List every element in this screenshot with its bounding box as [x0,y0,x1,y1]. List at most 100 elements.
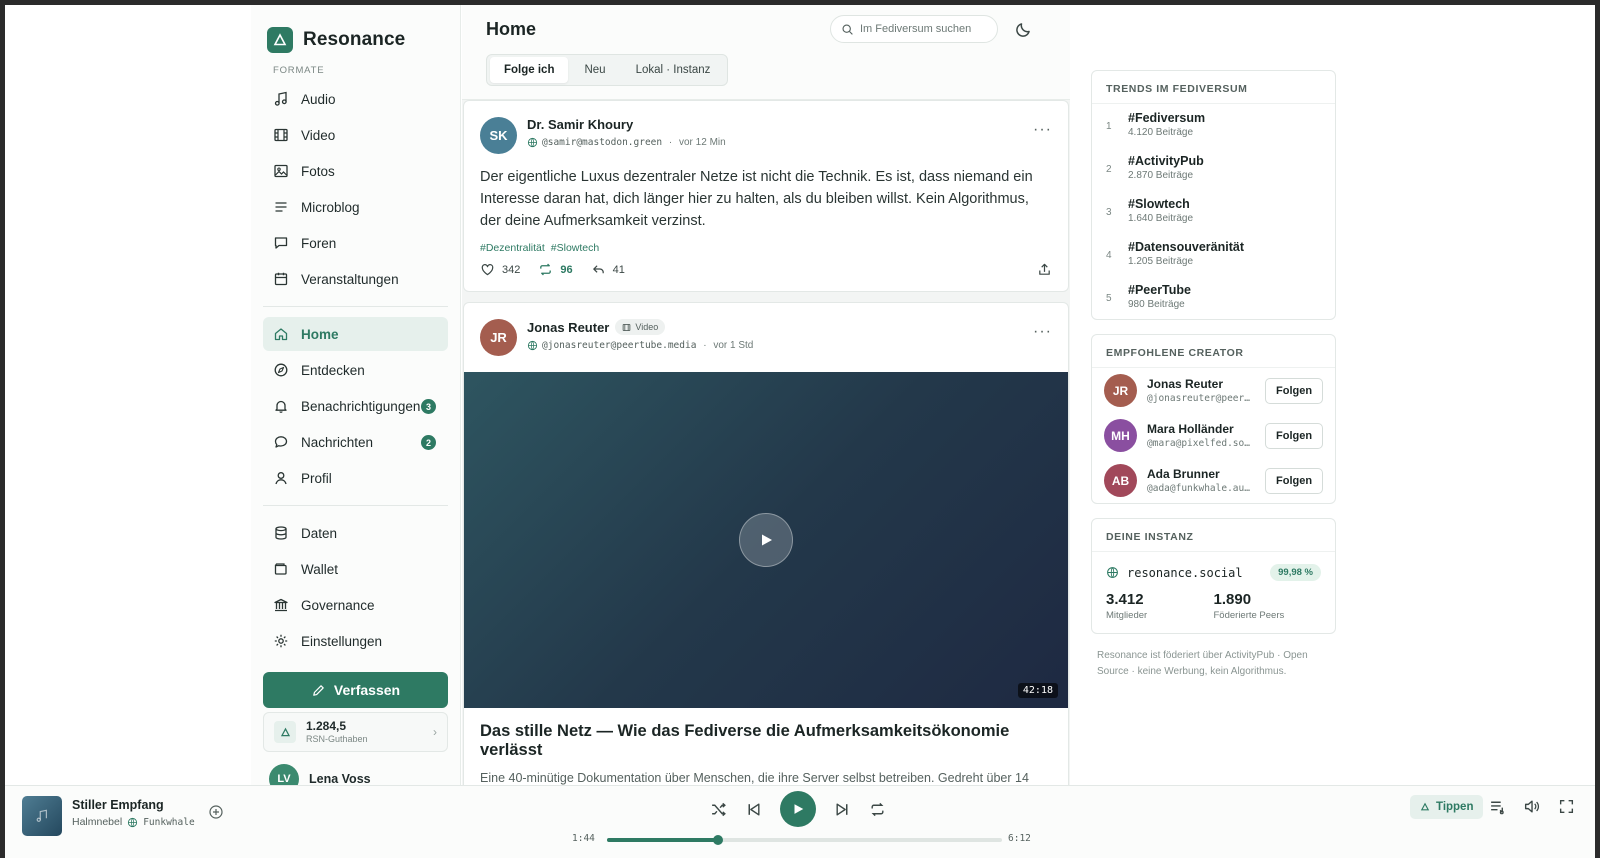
members-label: Mitglieder [1106,610,1148,621]
queue-icon[interactable] [1489,798,1506,815]
avatar[interactable]: JR [480,319,517,356]
trend-count: 1.640 Beiträge [1128,213,1194,224]
follow-button[interactable]: Folgen [1265,422,1324,449]
nav-audio[interactable]: Audio [263,82,448,116]
nav-label: Einstellungen [301,633,383,649]
nav-einstellungen[interactable]: Einstellungen [263,624,448,658]
creator-item: JR Jonas Reuter @jonasreuter@peertube.medi… [1092,368,1335,413]
avatar[interactable]: JR [1104,374,1137,407]
next-icon[interactable] [834,801,851,818]
progress-knob[interactable] [712,835,723,845]
chat-icon [274,436,288,448]
nav-wallet[interactable]: Wallet [263,552,448,586]
previous-icon[interactable] [745,801,762,818]
video-player[interactable]: 42:18 [464,372,1068,708]
avatar[interactable]: SK [480,117,517,154]
like-button[interactable]: 342 [480,262,520,277]
fullscreen-icon[interactable] [1558,798,1575,815]
trend-count: 4.120 Beiträge [1128,127,1194,138]
trend-rank: 3 [1106,207,1112,218]
more-options-icon[interactable]: ··· [1033,319,1052,341]
progress-fill [607,838,718,842]
author-name[interactable]: Jonas Reuter Video [527,319,753,335]
tab-neu[interactable]: Neu [570,57,619,83]
nav-veranstaltungen[interactable]: Veranstaltungen [263,262,448,296]
card-title: TRENDS IM FEDIVERSUM [1092,71,1335,104]
author-handle[interactable]: @jonasreuter@peertube.media [542,340,696,351]
trend-item[interactable]: 5 #PeerTube 980 Beiträge [1092,276,1335,319]
nav-daten[interactable]: Daten [263,516,448,550]
peers-stat: 1.890 Föderierte Peers [1214,591,1322,621]
moon-icon[interactable] [1015,20,1033,38]
play-button[interactable] [780,791,816,827]
boost-button[interactable]: 96 [538,262,573,277]
peers-label: Föderierte Peers [1213,610,1285,621]
nav-label: Veranstaltungen [301,271,399,287]
globe-icon [527,137,538,148]
video-title[interactable]: Das stille Netz — Wie das Fediverse die … [464,708,1068,760]
uptime-badge: 99,98 % [1270,564,1321,581]
video-play-button[interactable] [739,513,793,567]
trend-item[interactable]: 3 #Slowtech 1.640 Beiträge [1092,190,1335,233]
tab-folge-ich[interactable]: Folge ich [490,57,569,83]
nav-nachrichten[interactable]: Nachrichten 2 [263,425,448,459]
feed-header: Home Im Fediversum suchen Folge ich Neu … [462,5,1070,100]
author-name[interactable]: Dr. Samir Khoury [527,117,726,132]
search-input[interactable]: Im Fediversum suchen [830,15,998,43]
author-handle[interactable]: @samir@mastodon.green [542,137,662,148]
hashtag-link[interactable]: #Dezentralität [480,242,545,254]
creator-name[interactable]: Jonas Reuter [1147,377,1255,391]
nav-foren[interactable]: Foren [263,226,448,260]
compose-label: Verfassen [333,682,401,698]
avatar: LV [269,764,299,785]
reply-button[interactable]: 41 [591,262,625,277]
current-user[interactable]: LV Lena Voss [263,752,448,785]
nav-benachrichtigungen[interactable]: Benachrichtigungen 3 [263,389,448,423]
wallet-balance-card[interactable]: 1.284,5 RSN-Guthaben › [263,712,448,752]
track-artist[interactable]: Halmnebel [72,816,122,828]
nav-profil[interactable]: Profil [263,461,448,495]
film-icon [623,323,631,331]
album-cover[interactable] [22,796,62,836]
compass-icon [274,363,288,377]
share-icon[interactable] [1037,262,1052,277]
track-title[interactable]: Stiller Empfang [72,798,164,812]
divider [263,306,448,307]
nav-governance[interactable]: Governance [263,588,448,622]
repeat-icon[interactable] [869,801,886,818]
creator-name[interactable]: Ada Brunner [1147,467,1255,481]
progress-slider[interactable] [607,835,1002,845]
volume-icon[interactable] [1523,798,1540,815]
total-time: 6:12 [1008,833,1031,844]
hashtag-link[interactable]: #Slowtech [551,242,599,254]
follow-button[interactable]: Folgen [1265,467,1324,494]
card-title: DEINE INSTANZ [1092,519,1335,552]
brand[interactable]: Resonance [263,23,448,63]
trend-item[interactable]: 2 #ActivityPub 2.870 Beiträge [1092,147,1335,190]
trend-hashtag: #ActivityPub [1128,154,1204,168]
creator-name[interactable]: Mara Holländer [1147,422,1255,436]
user-icon [275,472,287,485]
trend-hashtag: #Fediversum [1128,111,1206,125]
nav-fotos[interactable]: Fotos [263,154,448,188]
nav-microblog[interactable]: Microblog [263,190,448,224]
more-options-icon[interactable]: ··· [1033,117,1052,139]
compose-button[interactable]: Verfassen [263,672,448,708]
shuffle-icon[interactable] [710,801,727,818]
add-to-library-icon[interactable] [208,804,224,820]
trend-rank: 2 [1106,164,1112,175]
trend-item[interactable]: 4 #Datensouveränität 1.205 Beiträge [1092,233,1335,276]
instance-name[interactable]: resonance.social [1127,566,1243,580]
globe-icon [1107,567,1118,578]
nav-entdecken[interactable]: Entdecken [263,353,448,387]
avatar[interactable]: AB [1104,464,1137,497]
follow-button[interactable]: Folgen [1265,377,1324,404]
avatar[interactable]: MH [1104,419,1137,452]
nav-home[interactable]: Home [263,317,448,351]
tab-lokal[interactable]: Lokal · Instanz [622,57,725,83]
wallet-icon [274,563,287,575]
nav-video[interactable]: Video [263,118,448,152]
tip-button[interactable]: Tippen [1410,795,1484,819]
trend-count: 2.870 Beiträge [1128,170,1194,181]
trend-item[interactable]: 1 #Fediversum 4.120 Beiträge [1092,104,1335,147]
